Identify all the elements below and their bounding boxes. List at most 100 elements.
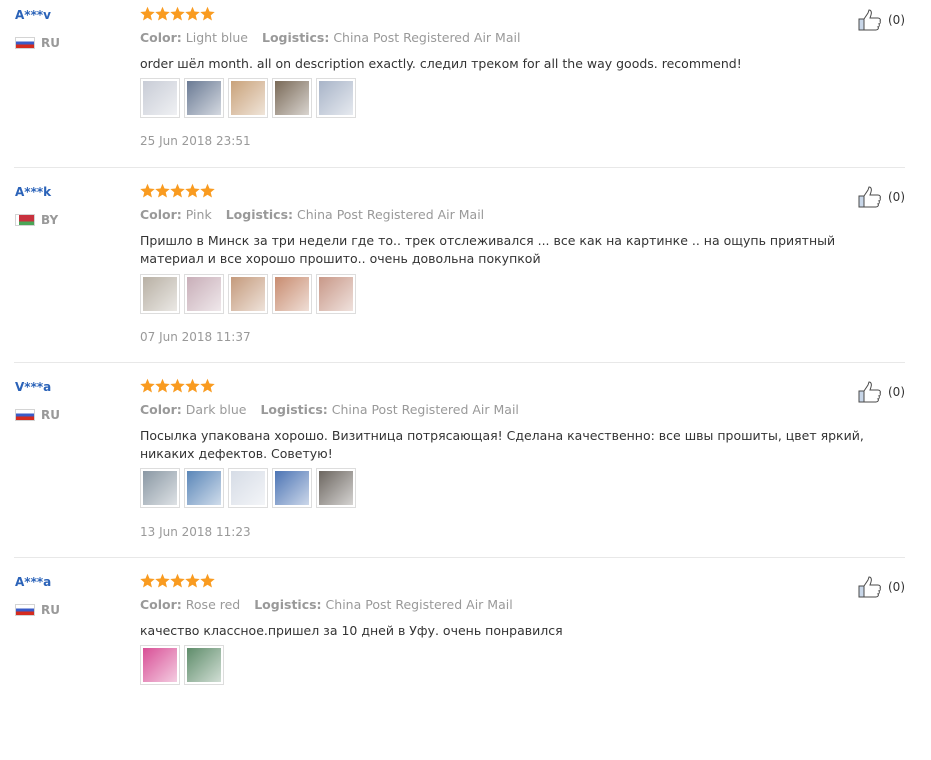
logistics-label: Logistics: xyxy=(260,402,328,417)
star-icon xyxy=(140,183,155,198)
color-value: Rose red xyxy=(185,597,241,612)
review-photo-thumbnail[interactable] xyxy=(316,468,356,508)
review-meta: Color: Pink Logistics: China Post Registe… xyxy=(140,207,484,222)
review-divider xyxy=(14,167,905,168)
review-photo-thumbnail[interactable] xyxy=(228,468,268,508)
star-icon xyxy=(185,183,200,198)
photo-image xyxy=(187,648,221,682)
star-rating xyxy=(140,183,215,198)
logistics-value: China Post Registered Air Mail xyxy=(297,207,485,222)
star-rating xyxy=(140,573,215,588)
review-text: Пришло в Минск за три недели где то.. тр… xyxy=(140,233,836,266)
review-text: order шёл month. all on description exac… xyxy=(140,56,742,71)
buyer-country: RU xyxy=(15,35,60,51)
star-rating xyxy=(140,378,215,393)
helpful-vote: (0) xyxy=(858,381,905,403)
helpful-vote: (0) xyxy=(858,9,905,31)
logistics-label: Logistics: xyxy=(225,207,294,222)
review-photo-thumbnail[interactable] xyxy=(272,274,312,314)
star-icon xyxy=(170,183,185,198)
thumb-up-icon[interactable] xyxy=(858,186,882,208)
review-photo-thumbnail[interactable] xyxy=(140,645,180,685)
color-label: Color: xyxy=(140,30,182,45)
star-icon xyxy=(185,6,200,21)
review-text: качество классное.пришел за 10 дней в Уф… xyxy=(140,623,563,638)
photo-image xyxy=(187,277,221,311)
photo-image xyxy=(187,471,221,505)
star-icon xyxy=(170,6,185,21)
star-icon xyxy=(155,573,170,588)
star-icon xyxy=(185,573,200,588)
review-divider xyxy=(14,362,905,363)
thumb-up-icon[interactable] xyxy=(858,381,882,403)
helpful-count: (0) xyxy=(888,190,905,204)
flag-icon xyxy=(15,409,35,421)
review-item: A***a RU Color: Rose red Logistics: China P… xyxy=(0,570,931,760)
thumb-up-icon[interactable] xyxy=(858,9,882,31)
buyer-name[interactable]: A***k xyxy=(15,185,51,199)
buyer-country: RU xyxy=(15,407,60,423)
photo-image xyxy=(143,471,177,505)
review-photos xyxy=(140,274,356,320)
star-icon xyxy=(200,6,215,21)
logistics-value: China Post Registered Air Mail xyxy=(333,30,521,45)
review-item: A***k BY Color: Pink Logistics: China Post … xyxy=(0,180,931,370)
thumb-up-icon[interactable] xyxy=(858,576,882,598)
photo-image xyxy=(319,471,353,505)
review-date: 07 Jun 2018 11:37 xyxy=(140,330,251,344)
review-photo-thumbnail[interactable] xyxy=(316,274,356,314)
review-photo-thumbnail[interactable] xyxy=(140,468,180,508)
buyer-name[interactable]: V***a xyxy=(15,380,51,394)
review-photo-thumbnail[interactable] xyxy=(140,274,180,314)
review-photo-thumbnail[interactable] xyxy=(228,78,268,118)
review-photo-thumbnail[interactable] xyxy=(228,274,268,314)
photo-image xyxy=(275,81,309,115)
star-icon xyxy=(185,378,200,393)
logistics-label: Logistics: xyxy=(261,30,330,45)
color-label: Color: xyxy=(140,402,182,417)
review-photo-thumbnail[interactable] xyxy=(272,468,312,508)
helpful-count: (0) xyxy=(888,13,905,27)
color-value: Light blue xyxy=(185,30,248,45)
review-photos xyxy=(140,645,224,691)
review-date: 13 Jun 2018 11:23 xyxy=(140,525,251,539)
review-photo-thumbnail[interactable] xyxy=(272,78,312,118)
country-code: RU xyxy=(41,603,60,617)
review-photo-thumbnail[interactable] xyxy=(184,274,224,314)
review-text: Посылка упакована хорошо. Визитница потр… xyxy=(140,428,864,461)
review-meta: Color: Rose red Logistics: China Post Reg… xyxy=(140,597,513,612)
review-photos xyxy=(140,468,356,514)
photo-image xyxy=(319,277,353,311)
star-icon xyxy=(200,573,215,588)
review-item: A***v RU Color: Light blue Logistics: China… xyxy=(0,3,931,193)
buyer-name[interactable]: A***a xyxy=(15,575,51,589)
photo-image xyxy=(231,471,265,505)
photo-image xyxy=(275,277,309,311)
star-icon xyxy=(155,378,170,393)
color-label: Color: xyxy=(140,207,182,222)
star-icon xyxy=(140,573,155,588)
review-photo-thumbnail[interactable] xyxy=(184,78,224,118)
star-icon xyxy=(140,6,155,21)
review-photo-thumbnail[interactable] xyxy=(140,78,180,118)
review-photo-thumbnail[interactable] xyxy=(316,78,356,118)
buyer-name[interactable]: A***v xyxy=(15,8,51,22)
photo-image xyxy=(143,277,177,311)
review-photos xyxy=(140,78,356,124)
helpful-count: (0) xyxy=(888,385,905,399)
star-icon xyxy=(155,183,170,198)
buyer-country: RU xyxy=(15,602,60,618)
photo-image xyxy=(143,648,177,682)
star-icon xyxy=(170,573,185,588)
photo-image xyxy=(231,81,265,115)
buyer-country: BY xyxy=(15,212,58,228)
review-photo-thumbnail[interactable] xyxy=(184,645,224,685)
photo-image xyxy=(187,81,221,115)
review-date: 25 Jun 2018 23:51 xyxy=(140,134,251,148)
flag-icon xyxy=(15,604,35,616)
color-value: Dark blue xyxy=(185,402,247,417)
star-icon xyxy=(140,378,155,393)
flag-icon xyxy=(15,214,35,226)
logistics-value: China Post Registered Air Mail xyxy=(331,402,519,417)
review-photo-thumbnail[interactable] xyxy=(184,468,224,508)
